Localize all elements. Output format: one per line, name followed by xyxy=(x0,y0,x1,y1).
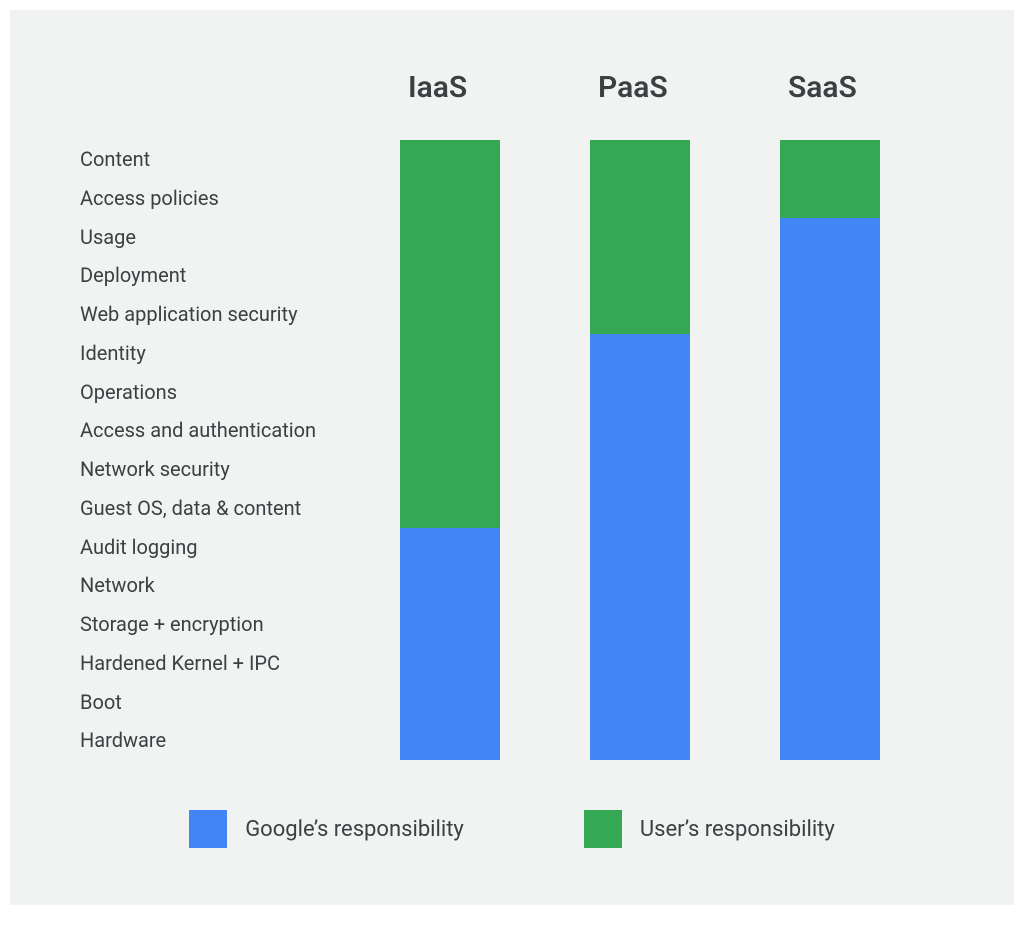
column-headers: IaaS PaaS SaaS xyxy=(10,70,1014,105)
shared-responsibility-chart: IaaS PaaS SaaS Content Access policies U… xyxy=(10,10,1014,905)
layer-label: Usage xyxy=(80,218,370,257)
layer-label: Network security xyxy=(80,450,370,489)
bars xyxy=(370,140,1010,760)
col-head-iaas: IaaS xyxy=(398,70,588,105)
layer-label: Hardened Kernel + IPC xyxy=(80,644,370,683)
legend: Google’s responsibility User’s responsib… xyxy=(10,810,1014,848)
layer-label: Access and authentication xyxy=(80,411,370,450)
bar-saas xyxy=(780,140,880,760)
legend-item-google: Google’s responsibility xyxy=(189,810,464,848)
layer-label: Content xyxy=(80,140,370,179)
legend-swatch-user xyxy=(584,810,622,848)
bar-iaas-google xyxy=(400,528,500,761)
col-head-paas: PaaS xyxy=(588,70,778,105)
layer-label: Boot xyxy=(80,683,370,722)
layer-label: Deployment xyxy=(80,256,370,295)
bar-iaas-user xyxy=(400,140,500,528)
bar-saas-google xyxy=(780,218,880,761)
legend-label-user: User’s responsibility xyxy=(640,817,835,842)
legend-item-user: User’s responsibility xyxy=(584,810,835,848)
layer-label: Storage + encryption xyxy=(80,605,370,644)
layer-label: Guest OS, data & content xyxy=(80,489,370,528)
layer-label: Operations xyxy=(80,373,370,412)
layer-label: Network xyxy=(80,566,370,605)
legend-swatch-google xyxy=(189,810,227,848)
layer-label: Identity xyxy=(80,334,370,373)
chart-body: Content Access policies Usage Deployment… xyxy=(10,140,1014,760)
col-head-saas: SaaS xyxy=(778,70,968,105)
layer-labels: Content Access policies Usage Deployment… xyxy=(10,140,370,760)
legend-label-google: Google’s responsibility xyxy=(245,817,464,842)
layer-label: Hardware xyxy=(80,721,370,760)
bar-iaas xyxy=(400,140,500,760)
bar-paas-user xyxy=(590,140,690,334)
layer-label: Access policies xyxy=(80,179,370,218)
layer-label: Web application security xyxy=(80,295,370,334)
layer-label: Audit logging xyxy=(80,528,370,567)
bar-paas-google xyxy=(590,334,690,760)
bar-paas xyxy=(590,140,690,760)
bar-saas-user xyxy=(780,140,880,218)
